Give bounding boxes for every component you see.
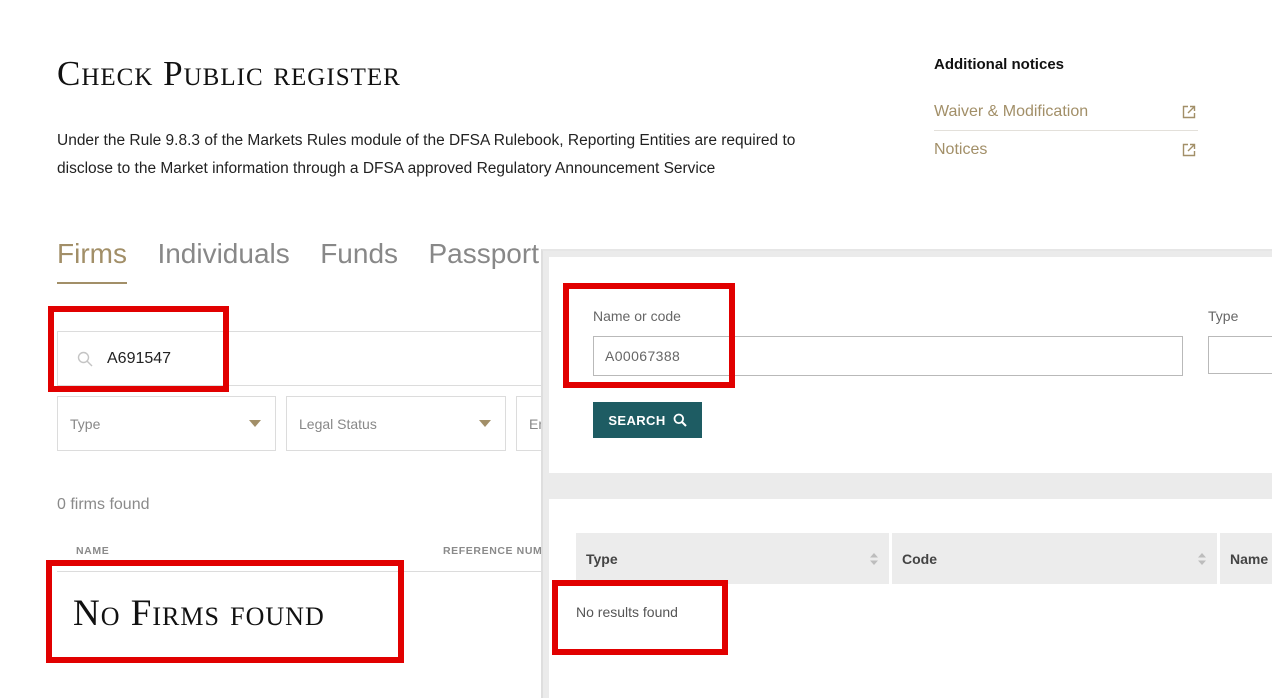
- search-icon: [673, 413, 687, 427]
- tab-funds[interactable]: Funds: [320, 238, 398, 282]
- page-title: Check Public register: [57, 54, 401, 93]
- tab-individuals[interactable]: Individuals: [157, 238, 289, 282]
- waiver-modification-link[interactable]: Waiver & Modification: [934, 94, 1198, 131]
- annotation-box-name-or-code: [563, 283, 735, 388]
- type-label: Type: [1208, 308, 1239, 324]
- notice-link-label: Waiver & Modification: [934, 103, 1089, 120]
- chevron-down-icon: [479, 420, 491, 427]
- type-select-label: Type: [70, 415, 101, 432]
- column-header-code[interactable]: Code: [892, 533, 1217, 584]
- notices-link[interactable]: Notices: [934, 131, 1198, 168]
- results-count: 0 firms found: [57, 496, 150, 513]
- column-header-name-overlay[interactable]: Name: [1220, 533, 1272, 584]
- search-button-label: SEARCH: [608, 412, 666, 428]
- legal-status-select[interactable]: Legal Status: [286, 396, 506, 451]
- column-header-type-label: Type: [586, 550, 618, 567]
- search-button[interactable]: SEARCH: [593, 402, 702, 438]
- chevron-down-icon: [249, 420, 261, 427]
- column-header-reference[interactable]: REFERENCE NUM: [443, 545, 542, 557]
- register-tabs: Firms Individuals Funds Passport: [57, 238, 565, 284]
- notice-link-label: Notices: [934, 140, 988, 158]
- column-header-name[interactable]: NAME: [76, 545, 109, 557]
- sort-icon: [1198, 552, 1206, 565]
- column-header-code-label: Code: [902, 550, 937, 567]
- external-link-icon: [1182, 105, 1196, 119]
- legal-status-select-label: Legal Status: [299, 415, 377, 432]
- annotation-box-search: [48, 306, 229, 392]
- tab-passport[interactable]: Passport: [428, 238, 539, 282]
- sort-icon: [870, 552, 878, 565]
- type-input[interactable]: [1208, 336, 1272, 374]
- annotation-box-no-results: [552, 580, 728, 655]
- column-header-type[interactable]: Type: [576, 533, 889, 584]
- external-link-icon: [1182, 143, 1196, 156]
- tab-firms[interactable]: Firms: [57, 238, 127, 284]
- notices-heading: Additional notices: [934, 56, 1065, 73]
- additional-notices: Additional notices Waiver & Modification…: [934, 56, 1198, 158]
- intro-text: Under the Rule 9.8.3 of the Markets Rule…: [57, 132, 796, 177]
- annotation-box-no-firms: [46, 560, 404, 663]
- column-header-name-label: Name: [1230, 550, 1269, 567]
- type-select[interactable]: Type: [57, 396, 276, 451]
